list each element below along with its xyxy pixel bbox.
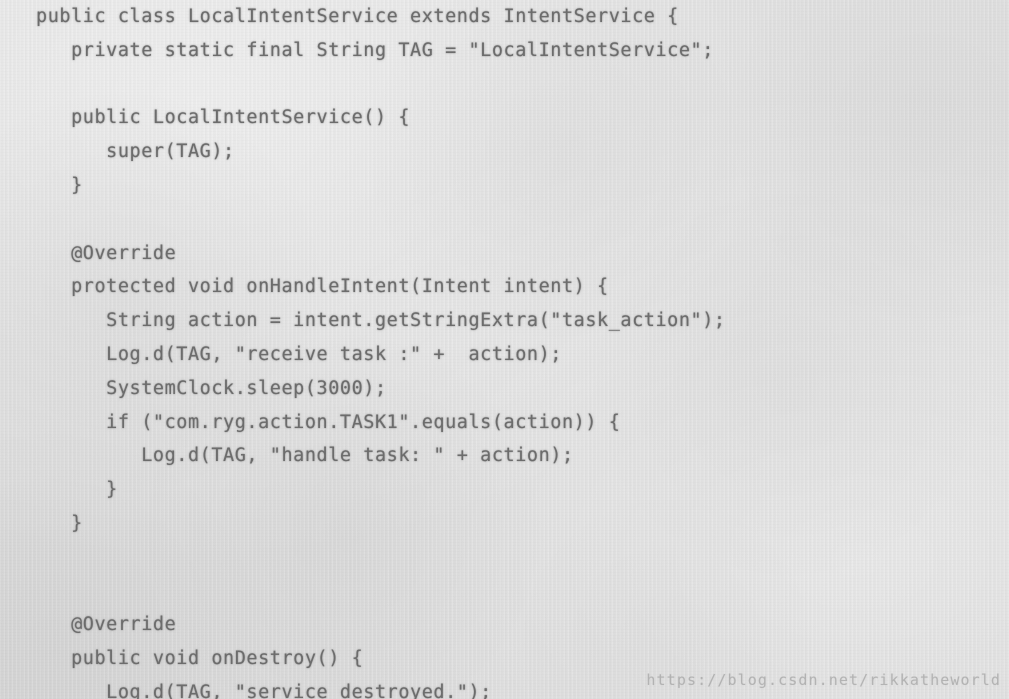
code-line: } — [36, 479, 118, 501]
code-line: Log.d(TAG, "receive task :" + action); — [36, 343, 562, 365]
code-line: String action = intent.getStringExtra("t… — [36, 310, 726, 332]
watermark-text: https://blog.csdn.net/rikkatheworld — [646, 671, 1001, 689]
code-line: SystemClock.sleep(3000); — [36, 377, 387, 399]
code-line: @Override — [36, 242, 177, 264]
code-line: Log.d(TAG, "handle task: " + action); — [36, 445, 574, 467]
code-line: } — [36, 512, 83, 534]
code-block: public class LocalIntentService extends … — [0, 0, 726, 699]
code-screenshot: public class LocalIntentService extends … — [0, 0, 1009, 699]
code-line: public LocalIntentService() { — [36, 107, 411, 129]
code-line: if ("com.ryg.action.TASK1".equals(action… — [36, 411, 621, 433]
code-line: public class LocalIntentService extends … — [36, 6, 679, 27]
code-line: Log.d(TAG, "service destroyed."); — [36, 681, 492, 699]
code-line: @Override — [36, 614, 177, 636]
code-line: protected void onHandleIntent(Intent int… — [36, 276, 609, 298]
code-line: super(TAG); — [36, 141, 235, 163]
code-line: private static final String TAG = "Local… — [36, 39, 714, 61]
code-line: public void onDestroy() { — [36, 648, 364, 670]
code-line: } — [36, 174, 83, 196]
